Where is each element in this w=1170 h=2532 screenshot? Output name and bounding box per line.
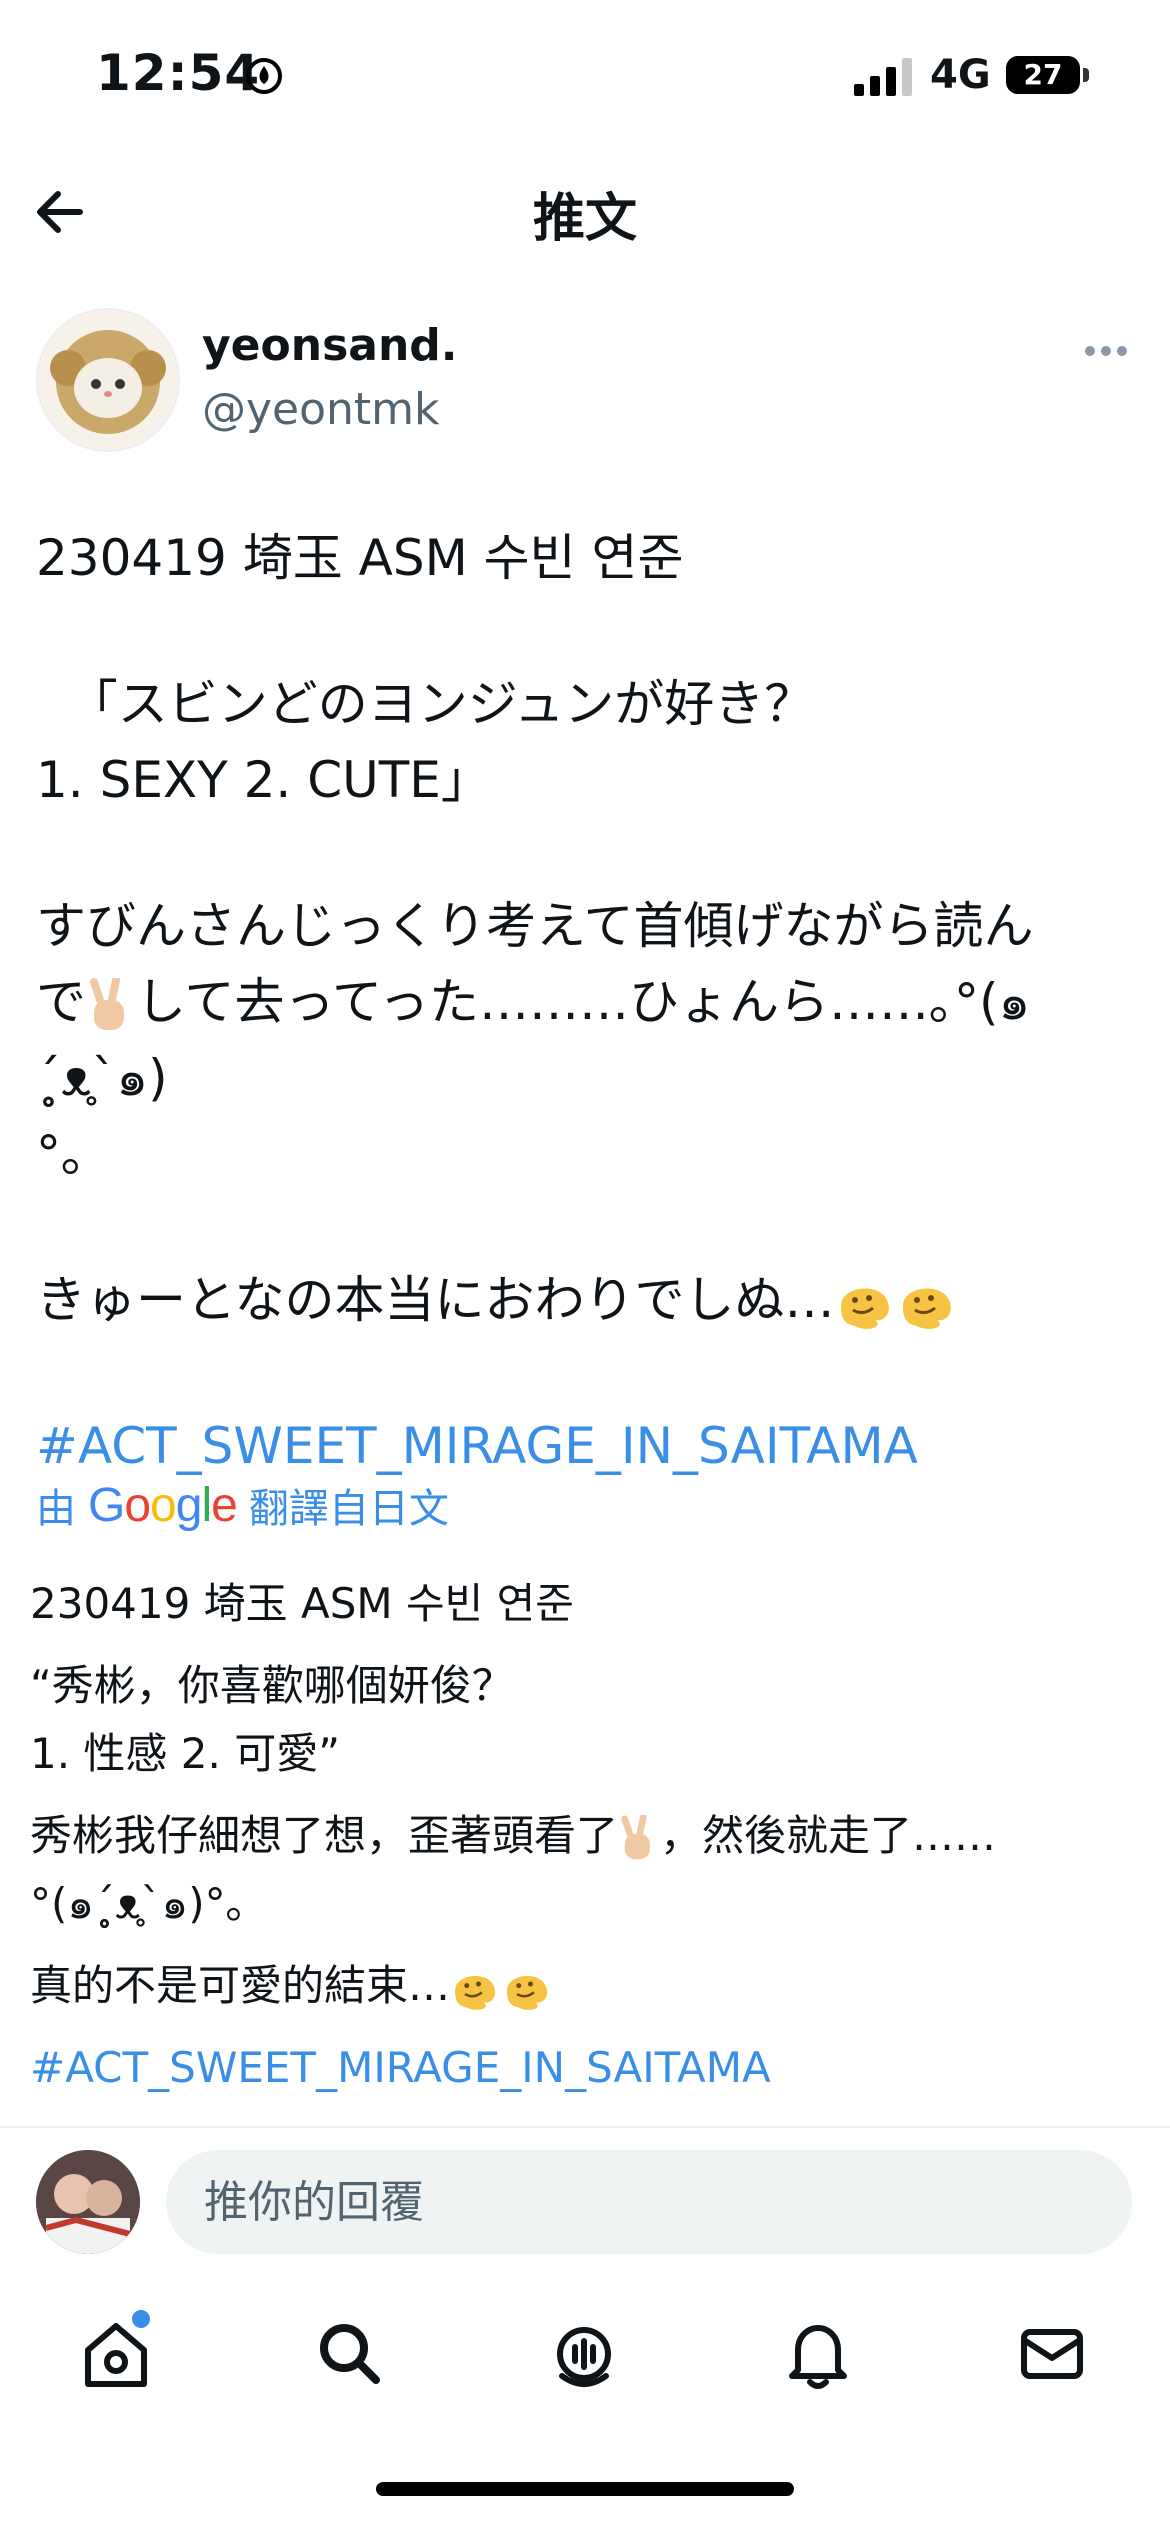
melting-face-icon (902, 1288, 951, 1329)
tweet-line-text: きゅーとなの本当におわりでしぬ… (36, 1271, 835, 1329)
more-options-icon[interactable] (1082, 336, 1130, 366)
tweet-line-text: で (36, 973, 86, 1031)
translation-line: 230419 埼玉 ASM 수빈 연준 (30, 1579, 574, 1628)
tweet-line-text: して去ってった………ひょんら……｡°(๑´̥̥̥ᴥ̥̥̥`๑) (36, 973, 1031, 1107)
tweet-text: 230419 埼玉 ASM 수빈 연준 「スビンどのヨンジュンが好き？ 1. S… (36, 520, 1136, 1484)
translation-line: “秀彬，你喜歡哪個妍俊？ 1. 性感 2. 可愛” (30, 1652, 1140, 1788)
translation-line: 秀彬我仔細想了想，歪著頭看了 ，然後就走了…… °(๑´̥̥̥ᴥ̥̥̥`๑)°｡ (30, 1802, 1140, 1938)
melting-face-icon (507, 1975, 548, 2010)
network-type: 4G (930, 52, 991, 98)
tweet-line: °｡ (36, 1125, 86, 1183)
hashtag-link[interactable]: #ACT_SWEET_MIRAGE_IN_SAITAMA (36, 1408, 1136, 1484)
tweet-line: でして去ってった………ひょんら……｡°(๑´̥̥̥ᴥ̥̥̥`๑) (36, 964, 1136, 1116)
author-avatar[interactable] (36, 308, 180, 452)
messages-icon[interactable] (1012, 2314, 1092, 2394)
translated-from-label: 翻譯自日文 (248, 1486, 449, 1532)
tweet-line: きゅーとなの本当におわりでしぬ… (36, 1262, 1136, 1338)
melting-face-icon (840, 1288, 889, 1329)
victory-hand-icon (621, 1814, 650, 1859)
translation-line-text: 真的不是可愛的結束… (30, 1961, 451, 2010)
notifications-icon[interactable] (778, 2314, 858, 2394)
translation-line-text: “秀彬，你喜歡哪個妍俊？ (30, 1661, 514, 1710)
tweet-line: 「スビンどのヨンジュンが好き？ (36, 666, 1136, 742)
translation-line-text: 秀彬我仔細想了想，歪著頭看了 (30, 1811, 619, 1860)
translation-line-text: ，然後就走了…… (660, 1811, 997, 1860)
tweet-line: すびんさんじっくり考えて首傾げながら読ん (36, 897, 1034, 955)
author-name[interactable]: yeonsand. (202, 320, 458, 371)
reply-input[interactable] (166, 2150, 1132, 2254)
melting-face-icon (455, 1975, 496, 2010)
victory-hand-icon (90, 977, 124, 1030)
spaces-icon[interactable] (544, 2314, 624, 2394)
divider (0, 2126, 1170, 2128)
translation-line: 真的不是可愛的結束… (30, 1952, 1140, 2020)
status-time: 12:54 (96, 44, 261, 102)
translation-line-text: 1. 性感 2. 可愛” (30, 1729, 340, 1778)
reply-avatar[interactable] (36, 2150, 140, 2254)
cellular-signal-icon (854, 58, 912, 96)
author-handle[interactable]: @yeontmk (202, 384, 440, 435)
user-avatar-image (36, 2150, 140, 2254)
hotspot-icon (246, 58, 282, 94)
cat-lion-avatar-image (38, 310, 178, 450)
bottom-nav (0, 2300, 1170, 2410)
tweet-line-text: 「スビンどのヨンジュンが好き？ (67, 675, 815, 733)
translation-line-text: °(๑´̥̥̥ᴥ̥̥̥`๑)°｡ (30, 1879, 247, 1928)
tweet-line: 1. SEXY 2. CUTE」 (36, 751, 491, 809)
battery-icon: 27 (1006, 56, 1092, 98)
translated-text: 230419 埼玉 ASM 수빈 연준 “秀彬，你喜歡哪個妍俊？ 1. 性感 2… (30, 1570, 1140, 2116)
search-icon[interactable] (310, 2314, 390, 2394)
home-indicator[interactable] (376, 2482, 794, 2496)
tweet-line: 230419 埼玉 ASM 수빈 연준 (36, 529, 684, 587)
google-logo: Google (88, 1478, 238, 1532)
battery-level: 27 (1006, 56, 1080, 94)
status-bar: 12:54 4G 27 (0, 0, 1170, 150)
home-notification-dot (132, 2310, 150, 2328)
translated-by[interactable]: 由 Google 翻譯自日文 (36, 1476, 449, 1534)
translated-by-prefix: 由 (36, 1486, 76, 1532)
hashtag-link[interactable]: #ACT_SWEET_MIRAGE_IN_SAITAMA (30, 2034, 1140, 2102)
page-title: 推文 (532, 189, 637, 249)
battery-tip (1083, 68, 1089, 82)
header: 推文 (0, 160, 1170, 260)
